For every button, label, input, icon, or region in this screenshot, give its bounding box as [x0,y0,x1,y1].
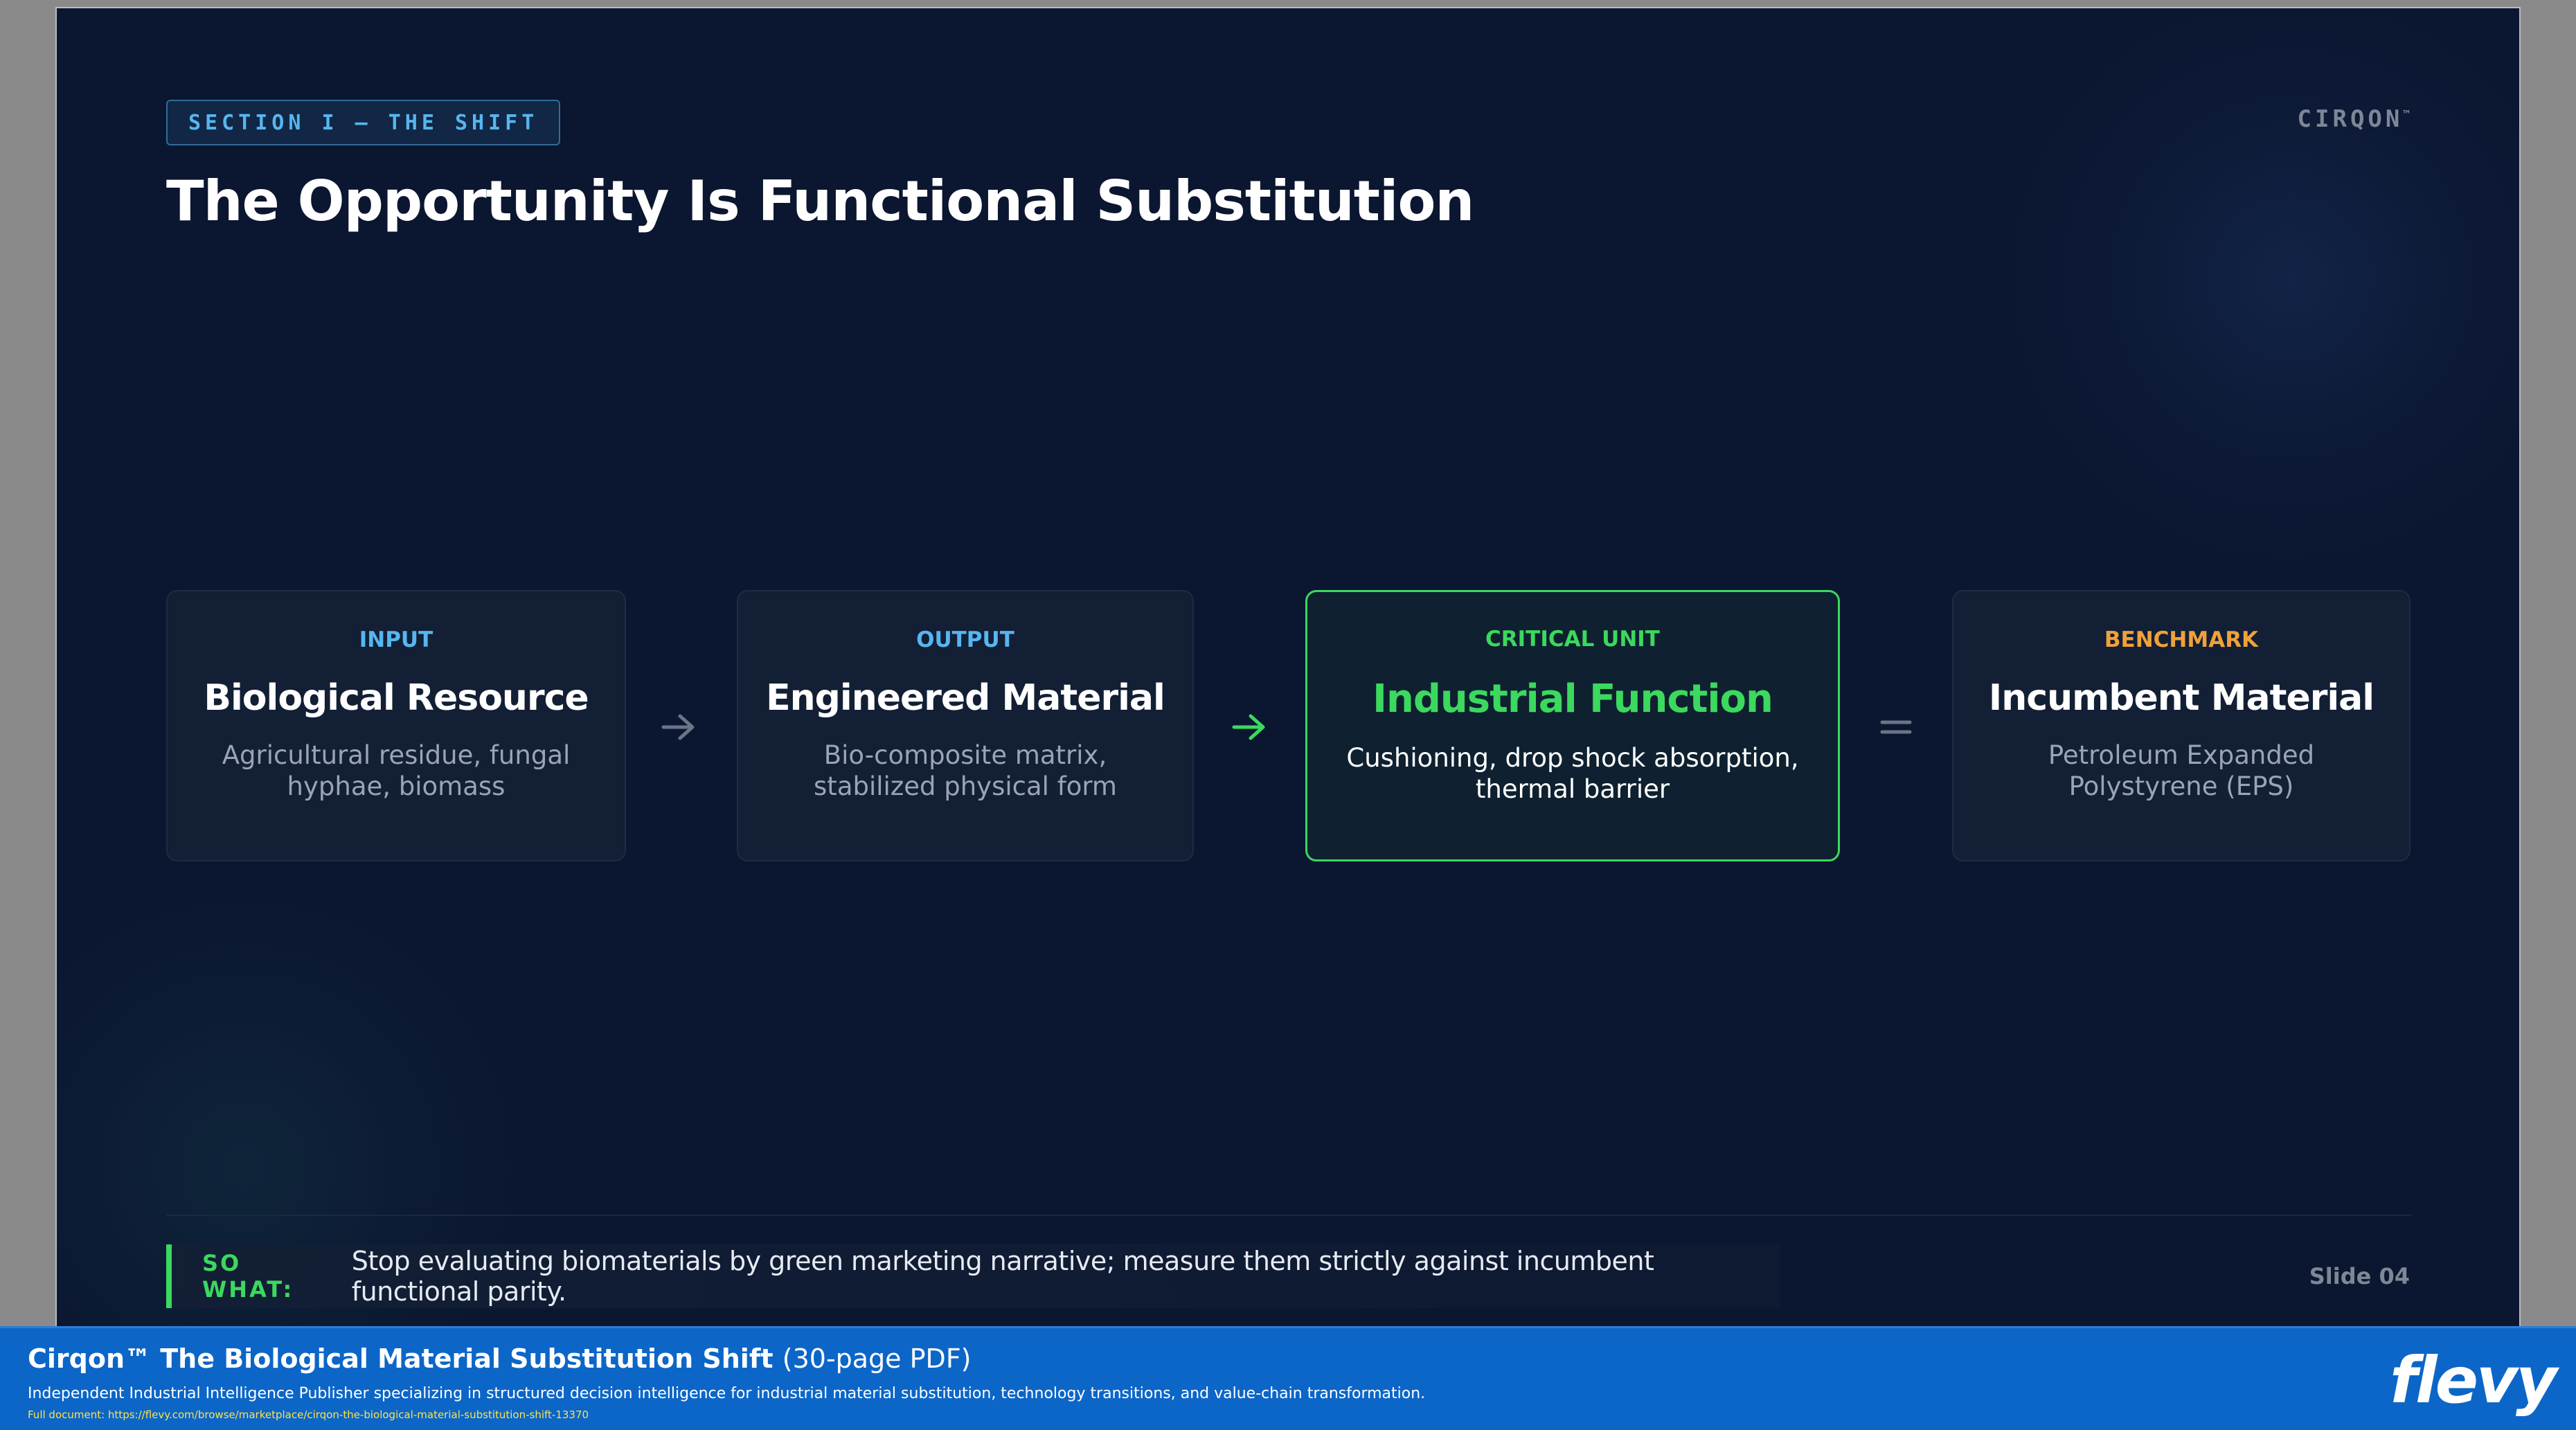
footer-divider [166,1215,2411,1216]
card-desc-line: stabilized physical form [814,771,1117,801]
document-link[interactable]: Full document: https://flevy.com/browse/… [28,1409,589,1421]
arrow-right-icon [1228,706,1270,748]
card-desc-line: Agricultural residue, fungal [222,740,571,770]
card-benchmark: BENCHMARK Incumbent Material Petroleum E… [1952,590,2410,861]
card-eyebrow: CRITICAL UNIT [1485,627,1660,652]
so-what-callout: SO WHAT: Stop evaluating biomaterials by… [166,1244,1780,1308]
card-description: Petroleum Expanded Polystyrene (EPS) [1953,740,2409,802]
card-desc-line: Cushioning, drop shock absorption, [1346,743,1799,773]
card-description: Agricultural residue, fungal hyphae, bio… [168,740,625,802]
card-heading: Biological Resource [204,677,589,719]
card-desc-line: Bio-composite matrix, [823,740,1107,770]
flevy-logo[interactable]: flevy [2390,1343,2557,1418]
card-heading: Engineered Material [766,677,1165,719]
card-desc-line: Petroleum Expanded [2048,740,2315,770]
card-heading: Industrial Function [1372,677,1773,722]
decorative-glow-top-right [1979,8,2519,590]
slide-title: The Opportunity Is Functional Substituti… [166,169,1474,233]
document-footer-banner: Cirqon™ The Biological Material Substitu… [0,1326,2576,1430]
so-what-label: SO WHAT: [202,1250,294,1303]
brand-trademark: ™ [2403,107,2410,121]
so-what-text: Stop evaluating biomaterials by green ma… [351,1246,1654,1307]
publisher-description: Independent Industrial Intelligence Publ… [28,1385,1426,1402]
brand-name: CIRQON [2297,105,2404,133]
arrow-right-icon [658,706,699,748]
slide-number: Slide 04 [2309,1263,2410,1289]
document-title[interactable]: Cirqon™ The Biological Material Substitu… [28,1343,972,1374]
slide: SECTION I — THE SHIFT CIRQON™ The Opport… [55,7,2521,1326]
card-desc-line: thermal barrier [1475,774,1670,804]
document-title-text: Cirqon™ The Biological Material Substitu… [28,1343,773,1374]
card-critical-unit: CRITICAL UNIT Industrial Function Cushio… [1305,590,1840,861]
card-input: INPUT Biological Resource Agricultural r… [166,590,626,861]
card-desc-line: Polystyrene (EPS) [2068,771,2294,801]
brand-logo: CIRQON™ [2298,105,2410,133]
card-description: Cushioning, drop shock absorption, therm… [1307,742,1838,805]
card-heading: Incumbent Material [1988,677,2374,719]
equals-icon [1875,706,1917,748]
card-description: Bio-composite matrix, stabilized physica… [738,740,1192,802]
card-output: OUTPUT Engineered Material Bio-composite… [737,590,1194,861]
card-eyebrow: INPUT [359,627,433,652]
card-desc-line: hyphae, biomass [287,771,506,801]
section-tag: SECTION I — THE SHIFT [166,100,561,145]
card-eyebrow: OUTPUT [916,627,1014,652]
document-page-count: (30-page PDF) [782,1343,972,1374]
card-eyebrow: BENCHMARK [2104,627,2259,652]
